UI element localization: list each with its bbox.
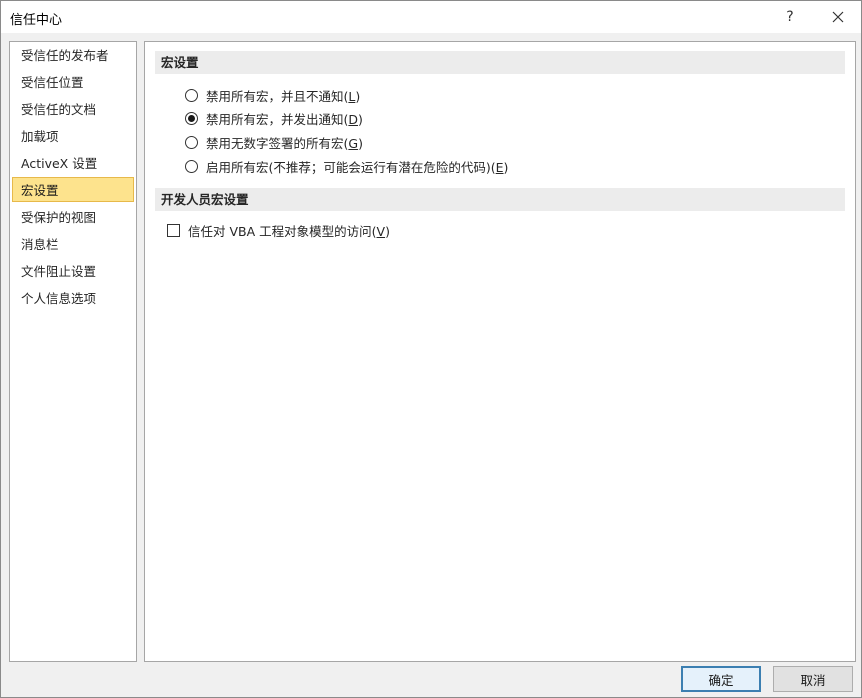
title-bar: 信任中心 ? [1, 1, 861, 33]
settings-panel: 宏设置 禁用所有宏，并且不通知(L) 禁用所有宏，并发出通知(D) 禁用无数字签… [144, 41, 856, 662]
radio-label: 启用所有宏(不推荐；可能会运行有潜在危险的代码)(E) [206, 159, 509, 175]
sidebar-item-trusted-publishers[interactable]: 受信任的发布者 [12, 42, 134, 67]
radio-label: 禁用所有宏，并且不通知(L) [206, 88, 361, 104]
radio-indicator[interactable] [185, 159, 198, 173]
sidebar-item-add-ins[interactable]: 加载项 [12, 123, 134, 148]
ok-button[interactable]: 确定 [681, 666, 761, 692]
checkbox-indicator[interactable] [167, 223, 180, 237]
radio-label: 禁用所有宏，并发出通知(D) [206, 111, 363, 127]
developer-settings-header: 开发人员宏设置 [155, 188, 845, 211]
trust-center-dialog: 信任中心 ? 受信任的发布者 受信任位置 受信任的文档 加载项 ActiveX … [0, 0, 862, 698]
category-list: 受信任的发布者 受信任位置 受信任的文档 加载项 ActiveX 设置 宏设置 … [9, 41, 137, 662]
sidebar-item-trusted-documents[interactable]: 受信任的文档 [12, 96, 134, 121]
radio-enable-all[interactable]: 启用所有宏(不推荐；可能会运行有潜在危险的代码)(E) [185, 157, 508, 175]
radio-disable-no-notify[interactable]: 禁用所有宏，并且不通知(L) [185, 86, 360, 104]
macro-settings-header: 宏设置 [155, 51, 845, 74]
sidebar-item-message-bar[interactable]: 消息栏 [12, 231, 134, 256]
radio-indicator-selected[interactable] [185, 111, 198, 125]
radio-label: 禁用无数字签署的所有宏(G) [206, 135, 363, 151]
cancel-button[interactable]: 取消 [773, 666, 853, 692]
help-button[interactable]: ? [767, 1, 813, 33]
sidebar-item-macro-settings[interactable]: 宏设置 [12, 177, 134, 202]
sidebar-item-protected-view[interactable]: 受保护的视图 [12, 204, 134, 229]
sidebar-item-privacy-options[interactable]: 个人信息选项 [12, 285, 134, 310]
checkbox-label: 信任对 VBA 工程对象模型的访问(V) [188, 223, 390, 239]
radio-disable-with-notify[interactable]: 禁用所有宏，并发出通知(D) [185, 109, 363, 127]
radio-disable-unsigned[interactable]: 禁用无数字签署的所有宏(G) [185, 133, 363, 151]
window-title: 信任中心 [10, 13, 63, 28]
sidebar-item-activex-settings[interactable]: ActiveX 设置 [12, 150, 134, 175]
close-button[interactable] [815, 1, 861, 33]
sidebar-item-trusted-locations[interactable]: 受信任位置 [12, 69, 134, 94]
radio-indicator[interactable] [185, 135, 198, 149]
close-icon [832, 11, 844, 23]
checkbox-trust-vba-access[interactable]: 信任对 VBA 工程对象模型的访问(V) [167, 221, 390, 239]
sidebar-item-file-block-settings[interactable]: 文件阻止设置 [12, 258, 134, 283]
radio-indicator[interactable] [185, 88, 198, 102]
